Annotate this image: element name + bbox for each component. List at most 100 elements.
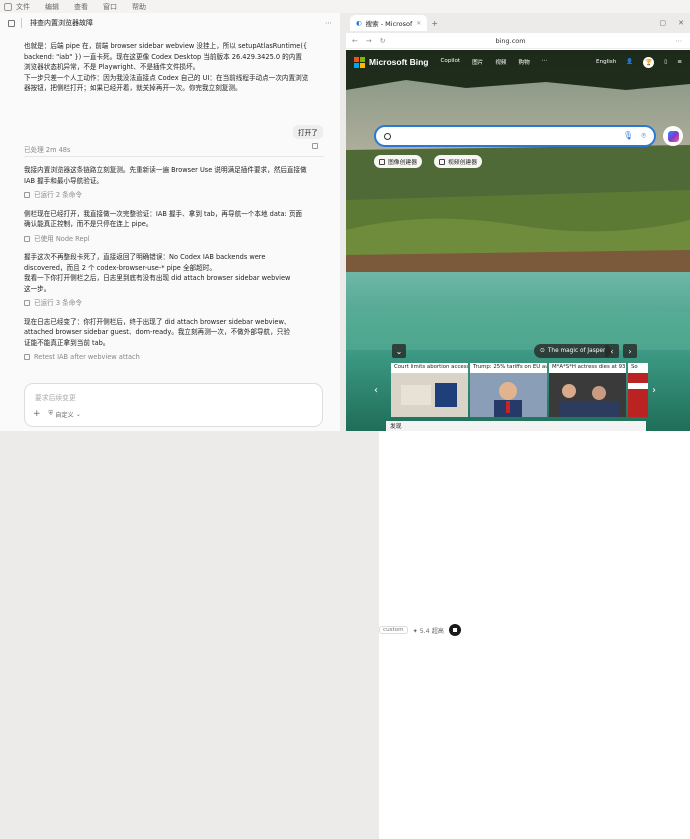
video-creator-button[interactable]: 视频创建器: [434, 155, 482, 168]
composer-toolbar: + ⛨ 自定义 ⌄ custom ✦ 5.4 超高: [33, 408, 690, 839]
visual-search-icon[interactable]: ⌾: [641, 131, 646, 141]
composer[interactable]: 要求后续变更 + ⛨ 自定义 ⌄ custom ✦ 5.4 超高: [24, 383, 690, 839]
search-tools: 🎙 ⌾: [623, 131, 646, 141]
news-next-icon[interactable]: ›: [652, 385, 656, 396]
commands-run-toggle[interactable]: 已运行 3 条命令: [24, 298, 324, 309]
node-repl-icon: [24, 235, 30, 242]
next-image-button[interactable]: ›: [623, 344, 637, 358]
message-list-2: 已处理 2m 48s: [24, 145, 324, 156]
message-line: 器按钮，把侧栏打开；如果已经开着，就关掉再开一次。你完我立刻复测。: [24, 84, 242, 92]
location-pill[interactable]: ⊙ The magic of Jasper: [534, 344, 612, 358]
menu-view[interactable]: 查看: [74, 2, 88, 12]
menu-edit[interactable]: 编辑: [45, 2, 59, 12]
close-icon[interactable]: ✕: [678, 19, 684, 27]
current-task: Retest IAB after webview attach: [24, 352, 324, 363]
news-card[interactable]: Court limits abortion access: [391, 363, 468, 417]
browser-pane: ◐ 搜索 - Microsof ✕ + ▢ ✕ ← → ↻ bing.com ⋯…: [346, 13, 690, 431]
mobile-icon[interactable]: ▯: [664, 59, 667, 65]
composer-right: custom ✦ 5.4 超高: [379, 421, 690, 839]
news-image: [470, 373, 547, 417]
rewards-icon[interactable]: 🏆: [643, 56, 655, 68]
message-line: attached browser sidebar guest、dom-ready…: [24, 328, 290, 336]
nav-copilot[interactable]: Copilot: [441, 58, 461, 66]
chat-panel: 排查内置浏览器故障 ⋯ 也就是：后端 pipe 在，前端 browser sid…: [0, 13, 690, 839]
browser-menu-icon[interactable]: ⋯: [675, 37, 682, 45]
assistant-message: 也就是：后端 pipe 在，前端 browser sidebar webview…: [24, 41, 324, 94]
news-card[interactable]: So: [628, 363, 648, 417]
copilot-button[interactable]: [663, 126, 683, 146]
nav-shopping[interactable]: 购物: [519, 58, 530, 66]
stop-button[interactable]: [448, 624, 461, 636]
address-bar: ← → ↻ bing.com ⋯: [346, 33, 690, 49]
menu-help[interactable]: 帮助: [132, 2, 146, 12]
menu-icon[interactable]: ≡: [677, 59, 682, 65]
reload-icon[interactable]: ↻: [380, 37, 386, 45]
collapse-strip-button[interactable]: ⌄: [392, 344, 406, 358]
nav-images[interactable]: 图片: [472, 58, 483, 66]
message-line: 握手这次不再整段卡死了，直接返回了明确错误：No Codex IAB backe…: [24, 253, 266, 261]
user-icon[interactable]: 👤: [626, 59, 633, 65]
image-creator-button[interactable]: 图像创建器: [374, 155, 422, 168]
location-icon: ⊙: [540, 348, 545, 354]
model-select[interactable]: ✦ 5.4 超高: [413, 626, 444, 635]
video-creator-icon: [439, 158, 445, 165]
separator: [24, 156, 324, 157]
custom-chip[interactable]: custom: [379, 626, 408, 634]
close-tab-icon[interactable]: ✕: [416, 20, 421, 27]
commands-run-toggle[interactable]: 已运行 2 条命令: [24, 190, 324, 201]
shield-icon: ⛨: [48, 410, 54, 417]
add-icon[interactable]: +: [33, 409, 41, 419]
header-divider: [21, 18, 22, 28]
user-message: 打开了: [293, 125, 323, 139]
message-line: discovered，而且 2 个 codex-browser-use-* pi…: [24, 263, 216, 272]
terminal-icon: [24, 300, 30, 307]
news-image: [628, 373, 648, 417]
new-tab-icon[interactable]: +: [431, 19, 438, 28]
back-icon[interactable]: ←: [352, 37, 358, 45]
composer-input[interactable]: 要求后续变更: [35, 392, 76, 402]
news-image: [391, 373, 468, 417]
message-line: 现在日志已经变了：你打开侧栏后，终于出现了 did attach browser…: [24, 317, 291, 326]
news-prev-icon[interactable]: ‹: [374, 385, 378, 396]
app-menubar: 文件 编辑 查看 窗口 帮助: [0, 0, 690, 13]
discover-header: 发现: [386, 421, 646, 431]
chat-header-actions: ⋯: [325, 19, 332, 27]
microsoft-logo-icon: [354, 56, 365, 68]
model-icon: ✦: [412, 627, 418, 635]
sidebar-toggle-icon[interactable]: [8, 19, 15, 27]
nav-more-icon[interactable]: ⋯: [542, 58, 548, 66]
news-card[interactable]: Trump: 25% tariffs on EU aut...: [470, 363, 547, 417]
restore-icon[interactable]: ▢: [660, 19, 667, 27]
search-box[interactable]: 🎙 ⌾: [374, 125, 656, 147]
news-card[interactable]: M*A*S*H actress dies at 93: [549, 363, 626, 417]
bing-brand[interactable]: Microsoft Bing: [369, 57, 429, 67]
menu-window[interactable]: 窗口: [103, 2, 117, 12]
microphone-icon[interactable]: 🎙: [623, 131, 633, 141]
bing-favicon: ◐: [356, 19, 362, 27]
message-line: 我接内置浏览器这条链路立刻复测。先重新读一遍 Browser Use 说明满足插…: [24, 166, 307, 174]
bing-header: Microsoft Bing Copilot 图片 视频 购物 ⋯ Englis…: [346, 50, 690, 74]
bing-page: Microsoft Bing Copilot 图片 视频 购物 ⋯ Englis…: [346, 50, 690, 431]
message-line: 也就是：后端 pipe 在，前端 browser sidebar webview…: [24, 42, 308, 50]
browser-tab[interactable]: ◐ 搜索 - Microsof ✕: [350, 15, 428, 31]
message-line: 浏览器状态机异常，不是 Playwright、不是插件文件损坏。: [24, 63, 200, 71]
thread-title: 排查内置浏览器故障: [30, 19, 93, 27]
prev-image-button[interactable]: ‹: [605, 344, 619, 358]
language-link[interactable]: English: [596, 59, 616, 65]
task-icon: [24, 354, 30, 361]
menu-file[interactable]: 文件: [16, 2, 30, 12]
message-block: 我接内置浏览器这条链路立刻复测。先重新读一遍 Browser Use 说明满足插…: [24, 165, 324, 363]
nav-videos[interactable]: 视频: [495, 58, 506, 66]
bing-header-right: English 👤 🏆 ▯ ≡: [596, 56, 682, 68]
url-field[interactable]: bing.com: [495, 37, 565, 45]
permission-select[interactable]: ⛨ 自定义 ⌄: [49, 410, 81, 419]
bing-nav: Copilot 图片 视频 购物 ⋯: [441, 58, 548, 66]
tool-used-toggle[interactable]: 已使用 Node Repl: [24, 234, 324, 245]
forward-icon[interactable]: →: [366, 37, 372, 45]
message-line: 下一步只差一个人工动作：因为我没法直接点 Codex 自己的 UI：在当前线程手…: [24, 73, 309, 82]
message-list: 也就是：后端 pipe 在，前端 browser sidebar webview…: [24, 41, 324, 94]
browser-tabbar: ◐ 搜索 - Microsof ✕ + ▢ ✕: [346, 13, 690, 33]
search-icon: [384, 132, 391, 140]
message-line: IAB 握手和最小导航验证。: [24, 176, 104, 185]
more-icon[interactable]: ⋯: [325, 19, 332, 27]
